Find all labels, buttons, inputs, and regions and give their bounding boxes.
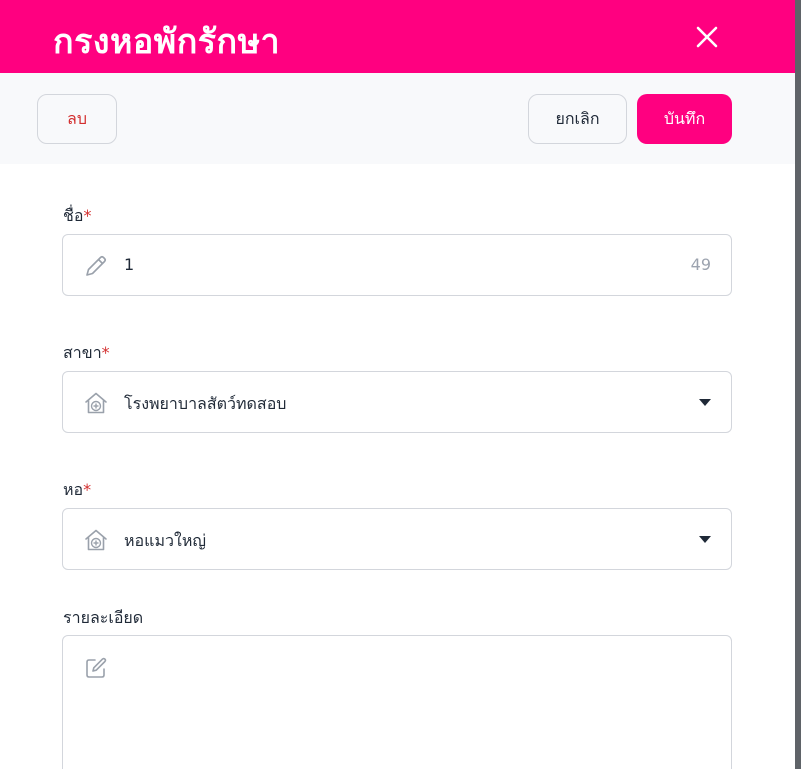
branch-label-text: สาขา (63, 343, 102, 362)
name-label: ชื่อ* (63, 204, 91, 229)
required-mark: * (83, 206, 92, 225)
action-toolbar: ลบ ยกเลิก บันทึก (0, 73, 795, 164)
house-medical-icon (85, 392, 107, 414)
name-input-value: 1 (124, 255, 135, 274)
close-button[interactable] (692, 22, 722, 52)
name-field[interactable]: 1 49 (62, 234, 732, 296)
close-icon (696, 26, 718, 48)
modal-title: กรงหอพักรักษา (53, 22, 281, 62)
delete-button[interactable]: ลบ (37, 94, 117, 144)
scrollbar-track[interactable] (795, 0, 801, 769)
ward-label-text: หอ (63, 480, 84, 499)
details-label: รายละเอียด (63, 608, 144, 627)
required-mark: * (101, 343, 110, 362)
house-medical-icon (85, 529, 107, 551)
ward-label: หอ* (63, 478, 91, 503)
ward-select[interactable]: หอแมวใหญ่ (62, 508, 732, 570)
required-mark: * (83, 480, 92, 499)
name-label-text: ชื่อ (63, 206, 84, 225)
pencil-icon (86, 255, 107, 276)
edit-cage-modal: กรงหอพักรักษา ลบ ยกเลิก บันทึก ชื่อ* 1 4… (0, 0, 795, 769)
branch-label: สาขา* (63, 341, 110, 366)
edit-note-icon (86, 657, 107, 678)
ward-select-value: หอแมวใหญ่ (124, 531, 206, 550)
save-button[interactable]: บันทึก (637, 94, 732, 144)
branch-select-value: โรงพยาบาลสัตว์ทดสอบ (124, 394, 287, 413)
branch-select[interactable]: โรงพยาบาลสัตว์ทดสอบ (62, 371, 732, 433)
chevron-down-icon (699, 399, 711, 406)
cancel-button[interactable]: ยกเลิก (528, 94, 627, 144)
details-textarea[interactable] (62, 635, 732, 769)
modal-header: กรงหอพักรักษา (0, 0, 795, 73)
chevron-down-icon (699, 536, 711, 543)
char-counter: 49 (690, 255, 711, 274)
